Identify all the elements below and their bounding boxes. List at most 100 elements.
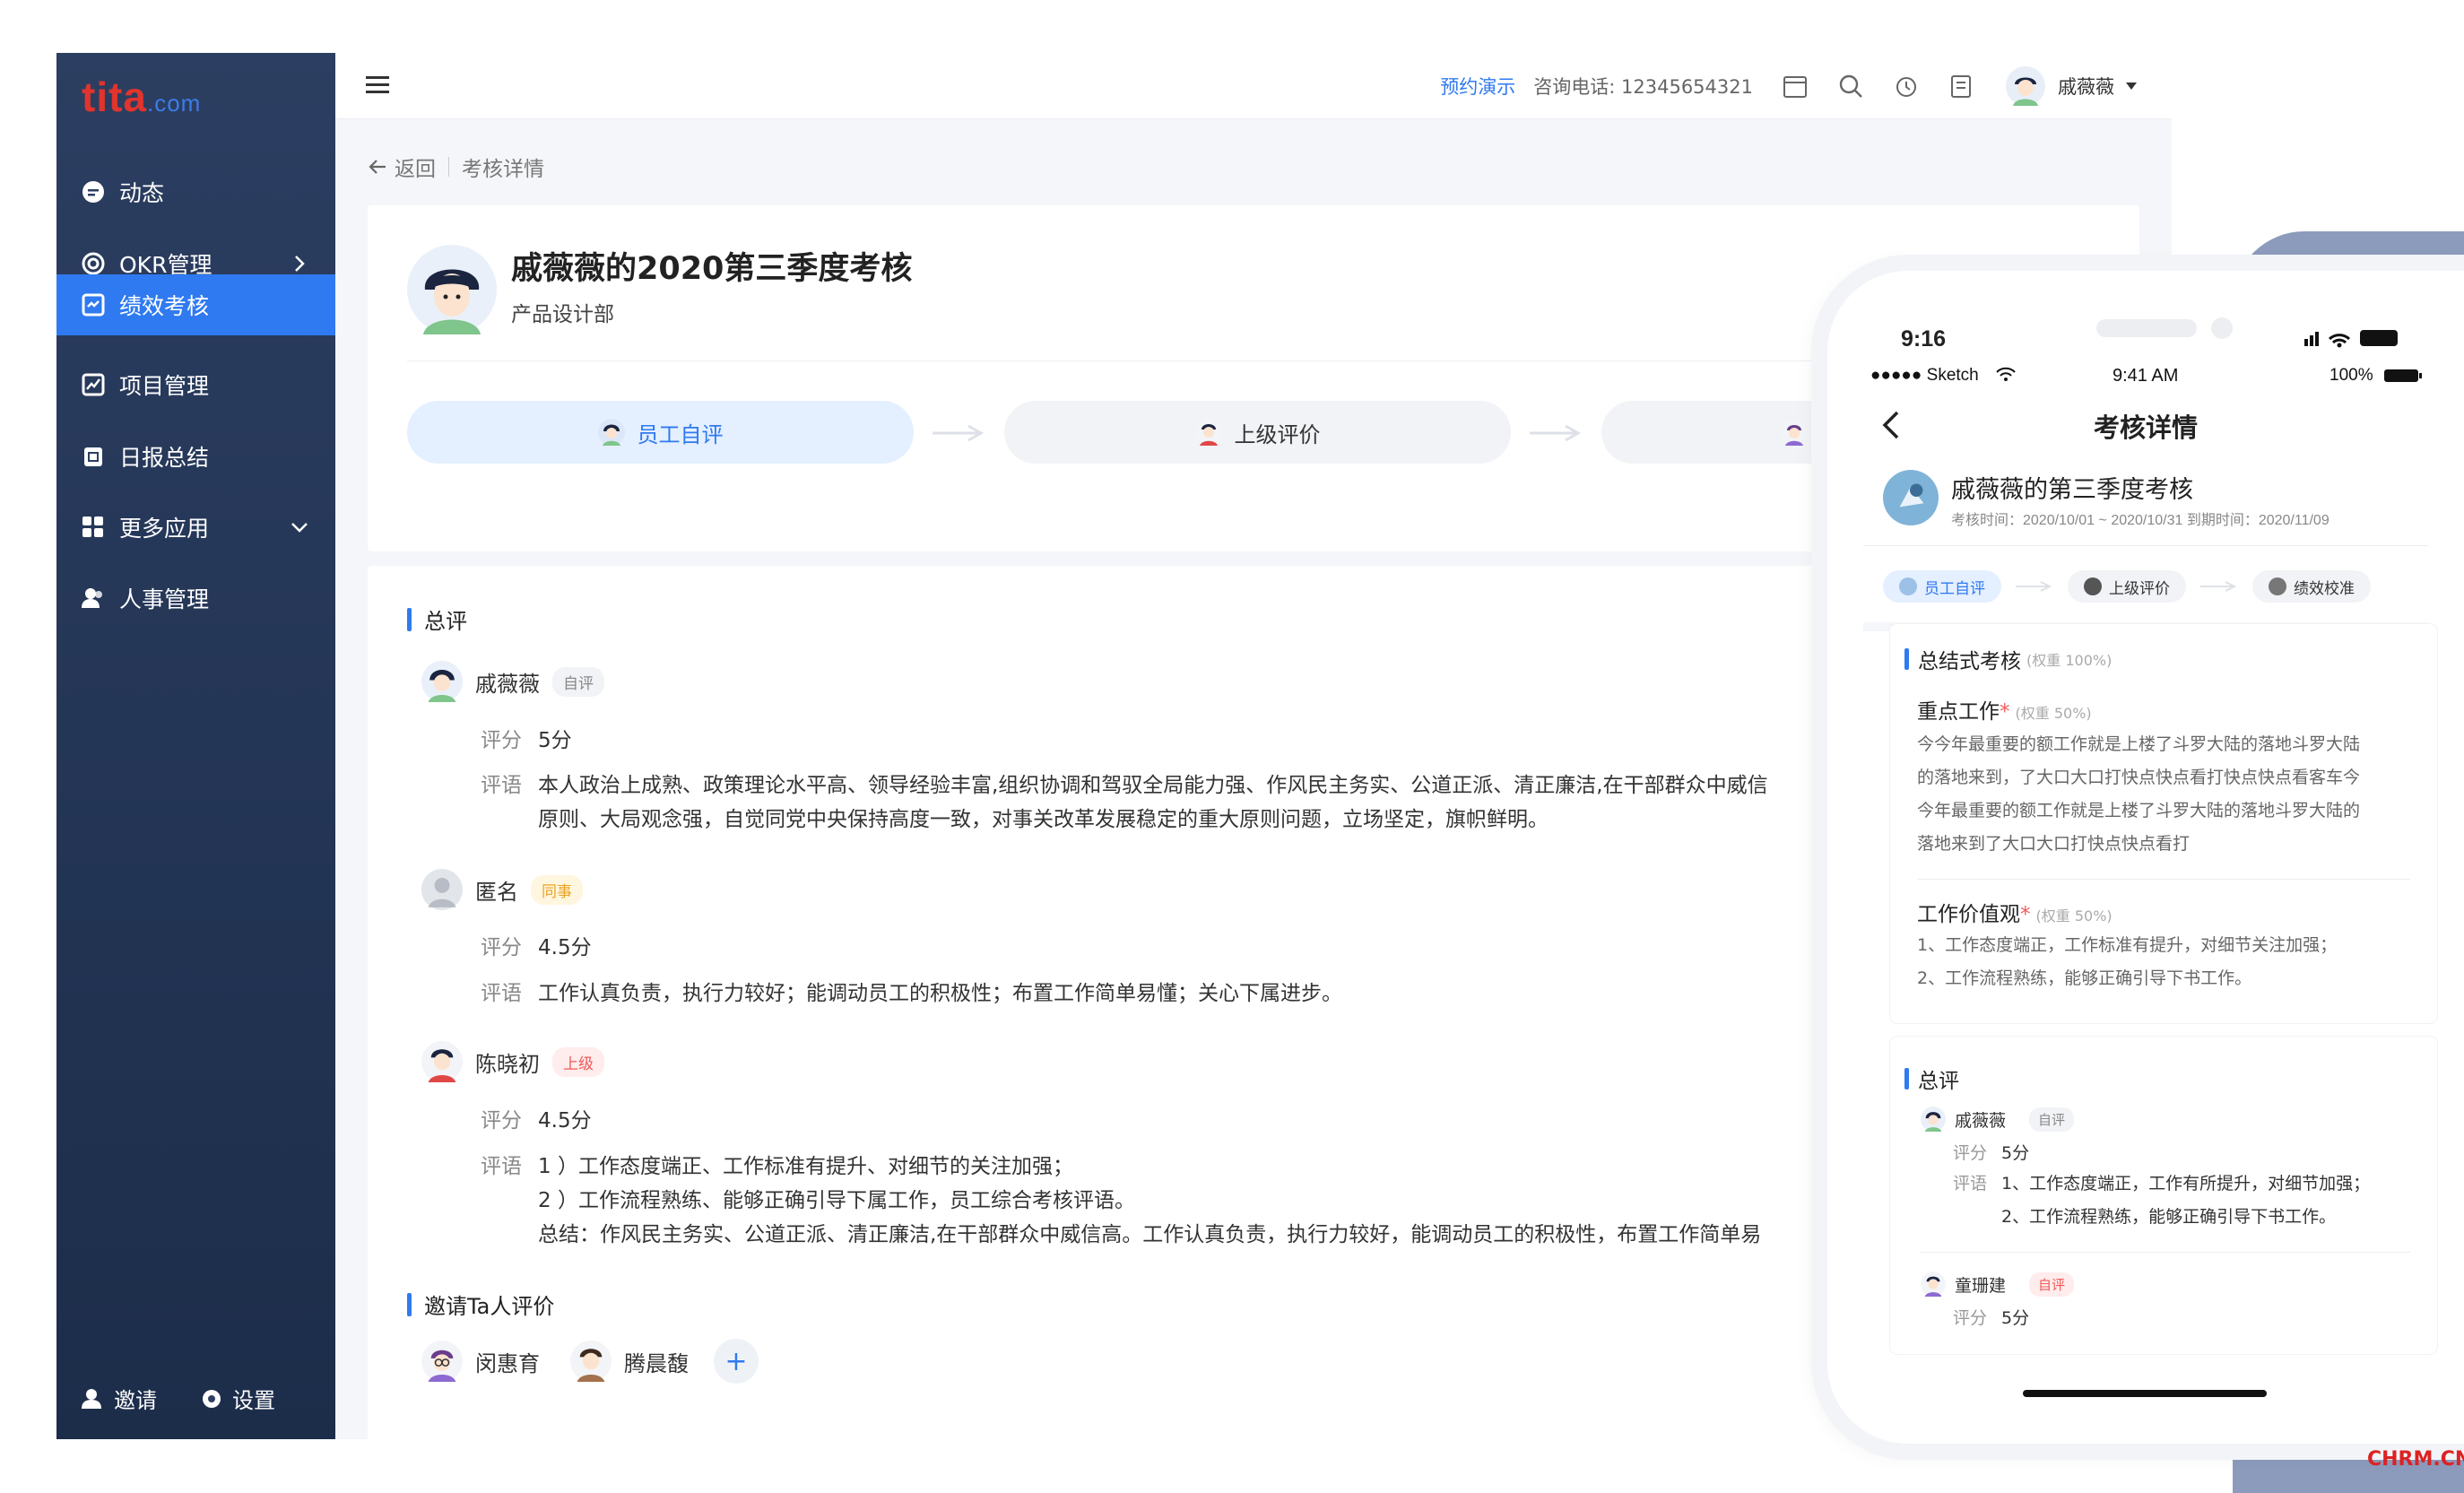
phone-status-time: 9:16	[1901, 326, 1947, 352]
calibration-avatar-icon	[1781, 419, 1808, 446]
sidebar-item-projects[interactable]: 项目管理	[56, 354, 335, 415]
reviewer-supervisor: 陈晓初 上级	[421, 1041, 604, 1082]
sidebar-item-label: 项目管理	[119, 373, 210, 399]
add-reviewer-button[interactable]: +	[714, 1339, 759, 1384]
avatar	[421, 661, 463, 702]
supervisor-avatar-icon	[1194, 419, 1222, 446]
calendar-icon[interactable]	[1782, 73, 1809, 100]
phone-section-title: 总结式考核 (权重 100%)	[1904, 644, 2112, 674]
phone-camera	[2211, 317, 2233, 339]
supervisor-avatar-icon	[2084, 577, 2102, 595]
phone-speaker	[2096, 319, 2197, 337]
back-button[interactable]: 返回	[368, 152, 436, 182]
avatar	[570, 1341, 612, 1382]
work-values-text: 1、工作态度端正，工作标准有提升，对细节关注加强； 2、工作流程熟练，能够正确引…	[1917, 935, 2338, 988]
chart-line-icon	[82, 373, 105, 396]
watermark-logo: CHRM.CN	[2367, 1448, 2464, 1471]
phone-assessment-card: 总结式考核 (权重 100%) 重点工作* (权重 50%) 今今年最重要的额工作就…	[1890, 624, 2437, 1023]
people-icon	[82, 586, 105, 610]
settings-button[interactable]: 设置	[200, 1383, 275, 1414]
sidebar-item-label: 动态	[119, 180, 165, 206]
reviewer-tag: 自评	[552, 666, 604, 697]
comment-row: 评语 工作认真负责，执行力较好；能调动员工的积极性；布置工作简单易懂；关心下属进步…	[481, 982, 1342, 1005]
sidebar-item-performance[interactable]: 绩效考核	[56, 274, 335, 335]
invited-people: 闵惠育 腾晨馥 +	[421, 1339, 759, 1384]
phone-status-icons	[2304, 330, 2398, 348]
alarm-clock-icon[interactable]	[1893, 73, 1920, 100]
calibration-avatar-icon	[2269, 577, 2286, 595]
home-indicator	[2023, 1390, 2267, 1397]
consult-phone: 咨询电话: 12345654321	[1533, 76, 1753, 98]
reviewer-tag: 上级	[552, 1046, 604, 1077]
sidebar: tita.com 动态 OKR管理 绩效考核 项目管理 日报总结 更多应用 人事…	[56, 53, 335, 1439]
step-supervisor-review[interactable]: 上级评价	[1004, 401, 1511, 464]
score-row: 评分 5分	[481, 729, 572, 752]
phone-summary-title: 总评	[1904, 1063, 1959, 1094]
caret-down-icon[interactable]	[2125, 82, 2138, 91]
book-demo-link[interactable]: 预约演示	[1440, 73, 1515, 100]
reviewer-self: 戚薇薇 自评	[421, 661, 604, 702]
avatar[interactable]	[2006, 66, 2045, 106]
phone-step-supervisor-review[interactable]: 上级评价	[2068, 570, 2186, 603]
sidebar-item-more-apps[interactable]: 更多应用	[56, 497, 335, 558]
reviewer-tag: 自评	[2029, 1107, 2075, 1132]
phone-step-calibration[interactable]: 绩效校准	[2252, 570, 2371, 603]
chevron-down-icon	[291, 523, 308, 533]
phone-reviewer-2: 童珊建 自评	[1921, 1272, 2075, 1297]
current-user-name[interactable]: 戚薇薇	[2058, 73, 2114, 100]
phone-score-row: 评分 5分	[1953, 1308, 2030, 1328]
sidebar-item-label: 人事管理	[119, 586, 210, 612]
invite-section-title: 邀请Ta人评价	[407, 1289, 554, 1320]
score-row: 评分 4.5分	[481, 936, 592, 959]
department-label: 产品设计部	[511, 303, 614, 326]
apps-grid-icon	[82, 516, 105, 539]
phone-summary-card: 总评 戚薇薇 自评 评分 5分 评语 1、工作态度端正，工作有所提升，对细节加强； 2…	[1890, 1037, 2437, 1354]
summary-section-title: 总评	[407, 603, 467, 635]
sidebar-item-feed[interactable]: 动态	[56, 161, 335, 222]
avatar	[1921, 1107, 1946, 1132]
employee-avatar	[407, 245, 497, 334]
phone-clock: 9:41 AM	[2113, 366, 2179, 386]
phone-mockup: 9:16 ●●●●● Sketch 9:41 AM 100% 考核详情 戚薇薇的…	[1827, 271, 2464, 1444]
top-bar: 预约演示 咨询电话: 12345654321 戚薇薇	[335, 53, 2172, 119]
feed-icon	[82, 180, 105, 204]
step-arrow-icon	[1530, 424, 1582, 442]
step-arrow-icon	[2016, 581, 2052, 592]
gear-icon	[203, 1389, 221, 1408]
sidebar-item-daily[interactable]: 日报总结	[56, 426, 335, 487]
avatar	[1921, 1272, 1946, 1297]
reviewer-peer: 匿名 同事	[421, 869, 583, 910]
phone-evaluation-title: 戚薇薇的第三季度考核	[1951, 476, 2193, 503]
avatar	[421, 1041, 463, 1082]
invited-person-name: 闵惠育	[475, 1350, 540, 1376]
self-avatar-icon	[1899, 577, 1917, 595]
phone-step-self-review[interactable]: 员工自评	[1883, 570, 2001, 603]
sidebar-item-label: 更多应用	[119, 516, 210, 542]
phone-comment-row: 评语 1、工作态度端正，工作有所提升，对细节加强； 2、工作流程熟练，能够正确引导下…	[1953, 1174, 2371, 1227]
step-self-review[interactable]: 员工自评	[407, 401, 914, 464]
sidebar-item-hr[interactable]: 人事管理	[56, 568, 335, 629]
self-avatar-icon	[597, 419, 625, 446]
menu-icon[interactable]	[366, 74, 389, 96]
breadcrumb: 返回 考核详情	[368, 152, 544, 182]
reviewer-tag: 自评	[2029, 1272, 2075, 1297]
app-logo[interactable]: tita.com	[82, 73, 201, 121]
daily-report-icon	[82, 445, 105, 468]
search-icon[interactable]	[1837, 73, 1864, 100]
phone-reviewer-self: 戚薇薇 自评	[1921, 1107, 2075, 1132]
notes-icon[interactable]	[1948, 73, 1975, 100]
score-row: 评分 4.5分	[481, 1109, 592, 1133]
user-add-icon	[82, 1388, 101, 1409]
invite-button[interactable]: 邀请	[82, 1383, 157, 1414]
phone-score-row: 评分 5分	[1953, 1143, 2030, 1163]
phone-evaluation-avatar	[1883, 470, 1939, 525]
step-arrow-icon	[2200, 581, 2237, 592]
arrow-left-icon	[369, 160, 386, 174]
comment-row: 评语 本人政治上成熟、政策理论水平高、领导经验丰富,组织协调和驾驭全局能力强、作风…	[481, 774, 1768, 831]
performance-icon	[82, 293, 105, 317]
sidebar-item-label: 绩效考核	[119, 293, 210, 319]
anonymous-avatar	[421, 869, 463, 910]
comment-row: 评语 1 ）工作态度端正、工作标准有提升、对细节的关注加强； 2 ）工作流程熟练、能…	[481, 1155, 1762, 1246]
work-values-title: 工作价值观* (权重 50%)	[1917, 903, 2113, 926]
target-icon	[82, 252, 105, 275]
